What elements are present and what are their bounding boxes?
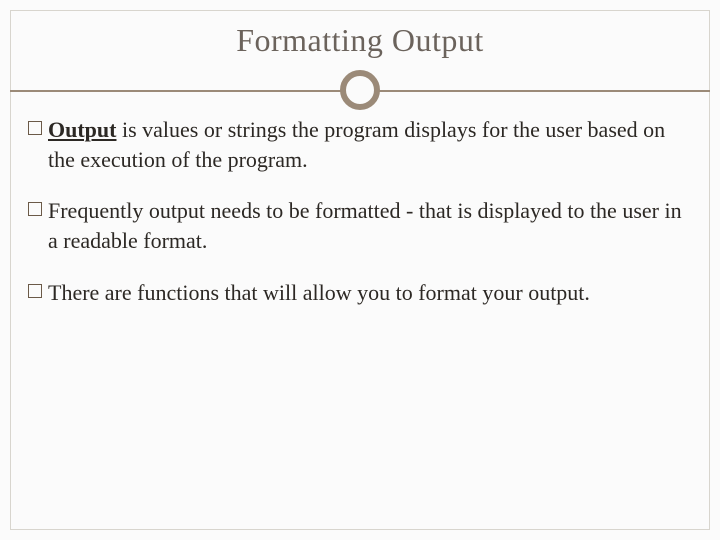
slide-title: Formatting Output <box>0 22 720 59</box>
bullet-rest: There are functions that will allow you … <box>48 280 590 305</box>
slide: Formatting Output Output is values or st… <box>0 0 720 540</box>
bullet-rest: Frequently output needs to be formatted … <box>48 198 682 253</box>
square-bullet-icon <box>28 284 42 298</box>
bullet-item: Frequently output needs to be formatted … <box>28 196 692 255</box>
square-bullet-icon <box>28 121 42 135</box>
bullet-item: There are functions that will allow you … <box>28 278 692 308</box>
bullet-text: Frequently output needs to be formatted … <box>48 196 692 255</box>
content-area: Output is values or strings the program … <box>28 115 692 329</box>
bullet-item: Output is values or strings the program … <box>28 115 692 174</box>
bullet-text: Output is values or strings the program … <box>48 115 692 174</box>
bullet-lead: Output <box>48 117 116 142</box>
square-bullet-icon <box>28 202 42 216</box>
bullet-text: There are functions that will allow you … <box>48 278 692 308</box>
divider-ring-icon <box>340 70 380 110</box>
bullet-rest: is values or strings the program display… <box>48 117 665 172</box>
